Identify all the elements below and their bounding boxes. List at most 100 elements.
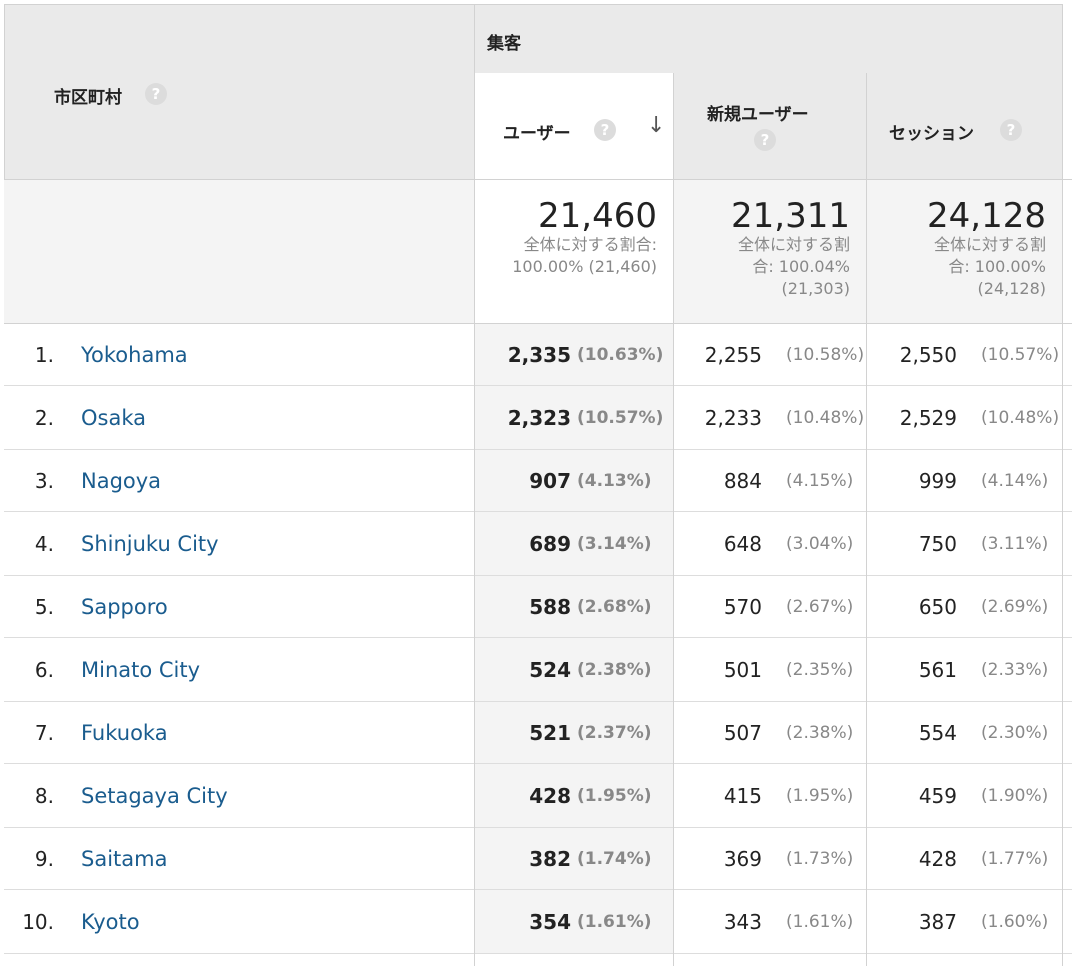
column-header-users[interactable]: ユーザー ? ↓ — [475, 73, 673, 179]
total-share-value: 合: 100.00% — [948, 257, 1046, 276]
users-percent: (10.57%) — [577, 407, 664, 428]
total-share-label: 全体に対する割 — [933, 235, 1046, 254]
new-users-value: 2,233 — [704, 405, 762, 430]
users-percent: (4.13%) — [577, 470, 652, 491]
users-percent: (1.95%) — [577, 785, 652, 806]
totals-divider — [4, 323, 1072, 324]
new-users-value: 570 — [723, 594, 762, 619]
total-value: 24,128 — [927, 196, 1046, 236]
users-value: 521 — [529, 720, 571, 745]
dimension-column-header[interactable]: 市区町村 ? — [4, 4, 475, 180]
totals-sessions-cell: 24,128 全体に対する割 合: 100.00% (24,128) — [867, 180, 1062, 323]
users-cell: 354 (1.61%) — [475, 890, 673, 953]
city-link[interactable]: Osaka — [81, 406, 146, 430]
column-header-sessions-label: セッション — [889, 124, 974, 144]
new-users-value: 501 — [723, 657, 762, 682]
city-link[interactable]: Nagoya — [81, 469, 161, 493]
totals-new-users-cell: 21,311 全体に対する割 合: 100.04% (21,303) — [674, 180, 866, 323]
new-users-value: 648 — [723, 531, 762, 556]
city-link[interactable]: Fukuoka — [81, 721, 168, 745]
users-value: 354 — [529, 909, 571, 934]
totals-users-cell: 21,460 全体に対する割合: 100.00% (21,460) — [475, 180, 673, 323]
users-percent: (2.37%) — [577, 722, 652, 743]
table-row: 5. Sapporo 588 (2.68%) 570 (2.67%) 650 (2.69%) — [4, 576, 1072, 637]
column-header-sessions[interactable]: セッション ? — [867, 73, 1062, 179]
table-row: 9. Saitama 382 (1.74%) 369 (1.73%) 428 (1.77%) — [4, 828, 1072, 889]
city-link[interactable]: Yokohama — [81, 343, 188, 367]
city-link[interactable]: Setagaya City — [81, 784, 228, 808]
users-value: 2,335 — [507, 342, 571, 367]
users-cell: 2,335 (10.63%) — [475, 324, 673, 385]
table-row: 3. Nagoya 907 (4.13%) 884 (4.15%) 999 (4.14%) — [4, 450, 1072, 511]
dimension-header-label: 市区町村 — [54, 88, 122, 108]
sessions-value: 999 — [918, 468, 957, 493]
row-rank: 4. — [34, 531, 54, 556]
sessions-value: 650 — [918, 594, 957, 619]
sort-descending-icon[interactable]: ↓ — [647, 113, 665, 138]
new-users-percent: (10.48%) — [786, 407, 865, 428]
column-header-new-users-label: 新規ユーザー — [707, 105, 809, 125]
sessions-percent: (10.48%) — [981, 407, 1060, 428]
city-link[interactable]: Saitama — [81, 847, 167, 871]
users-percent: (2.38%) — [577, 659, 652, 680]
users-cell: 521 (2.37%) — [475, 702, 673, 763]
users-cell: 2,323 (10.57%) — [475, 386, 673, 449]
row-rank: 1. — [34, 342, 54, 367]
table-row: 7. Fukuoka 521 (2.37%) 507 (2.38%) 554 (2.30%) — [4, 702, 1072, 763]
city-link[interactable]: Shinjuku City — [81, 532, 219, 556]
users-percent: (1.61%) — [577, 911, 652, 932]
totals-dimension-cell — [4, 180, 474, 323]
city-link[interactable]: Sapporo — [81, 595, 168, 619]
new-users-value: 415 — [723, 783, 762, 808]
total-share-count: (24,128) — [977, 279, 1046, 298]
users-value: 524 — [529, 657, 571, 682]
column-header-users-label: ユーザー — [503, 124, 571, 144]
row-divider — [4, 953, 1072, 954]
new-users-percent: (1.95%) — [786, 785, 854, 806]
help-icon[interactable]: ? — [754, 129, 776, 151]
row-rank: 6. — [34, 657, 54, 682]
row-rank: 5. — [34, 594, 54, 619]
column-divider — [1062, 4, 1063, 966]
help-icon[interactable]: ? — [594, 119, 616, 141]
users-percent: (2.68%) — [577, 596, 652, 617]
city-link[interactable]: Minato City — [81, 658, 200, 682]
sessions-percent: (1.60%) — [981, 911, 1049, 932]
total-value: 21,460 — [538, 196, 657, 236]
new-users-value: 2,255 — [704, 342, 762, 367]
users-cell: 382 (1.74%) — [475, 828, 673, 889]
row-rank: 10. — [22, 909, 54, 934]
total-share-value: 100.00% (21,460) — [512, 257, 657, 276]
total-value: 21,311 — [731, 196, 850, 236]
table-row: 6. Minato City 524 (2.38%) 501 (2.35%) 561 (2.3… — [4, 638, 1072, 701]
users-value: 428 — [529, 783, 571, 808]
column-divider — [673, 73, 674, 966]
sessions-percent: (1.90%) — [981, 785, 1049, 806]
users-percent: (1.74%) — [577, 848, 652, 869]
table-row: 2. Osaka 2,323 (10.57%) 2,233 (10.48%) 2,529 (1… — [4, 386, 1072, 449]
row-rank: 9. — [34, 846, 54, 871]
column-header-new-users[interactable]: 新規ユーザー ? — [674, 73, 866, 179]
row-rank: 8. — [34, 783, 54, 808]
help-icon[interactable]: ? — [145, 83, 167, 105]
sessions-percent: (4.14%) — [981, 470, 1049, 491]
city-link[interactable]: Kyoto — [81, 910, 140, 934]
new-users-percent: (2.38%) — [786, 722, 854, 743]
sessions-value: 2,529 — [899, 405, 957, 430]
sessions-value: 561 — [918, 657, 957, 682]
sessions-value: 387 — [918, 909, 957, 934]
users-value: 588 — [529, 594, 571, 619]
sessions-value: 428 — [918, 846, 957, 871]
acquisition-group-header: 集客 — [475, 4, 1063, 74]
users-cell: 907 (4.13%) — [475, 450, 673, 511]
table-row: 10. Kyoto 354 (1.61%) 343 (1.61%) 387 (1.60%) — [4, 890, 1072, 953]
new-users-percent: (2.67%) — [786, 596, 854, 617]
new-users-value: 343 — [723, 909, 762, 934]
column-divider — [866, 73, 867, 966]
users-cell: 524 (2.38%) — [475, 638, 673, 701]
users-cell: 689 (3.14%) — [475, 512, 673, 575]
table-row: 8. Setagaya City 428 (1.95%) 415 (1.95%) 459 (1… — [4, 764, 1072, 827]
row-rank: 3. — [34, 468, 54, 493]
new-users-value: 369 — [723, 846, 762, 871]
help-icon[interactable]: ? — [1000, 119, 1022, 141]
